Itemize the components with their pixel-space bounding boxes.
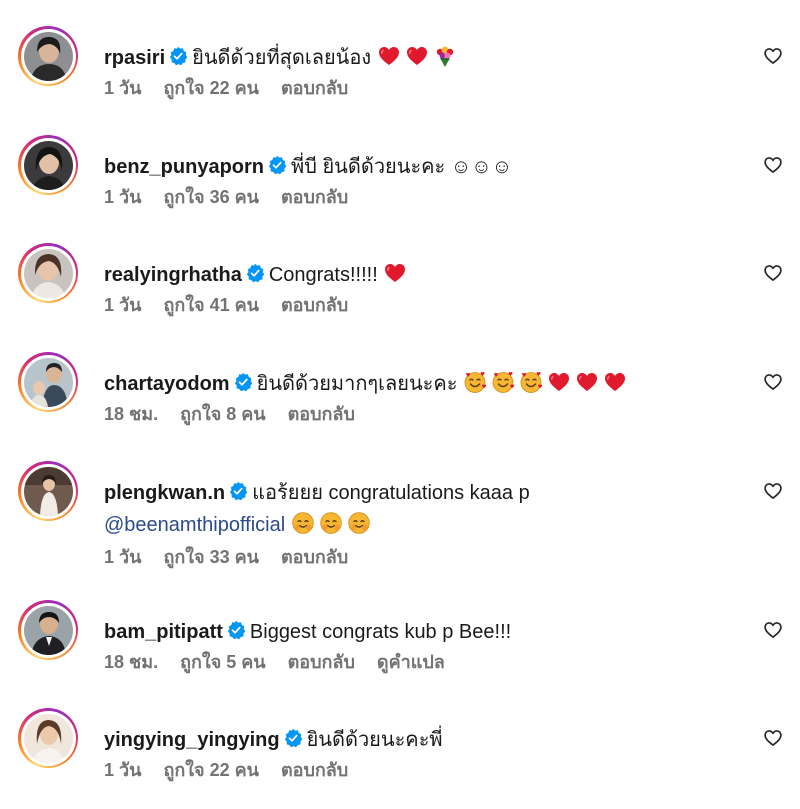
reply-button[interactable]: ตอบกลับ xyxy=(281,760,348,780)
comment-body: yingying_yingying ยินดีด้วยนะคะพี่ xyxy=(104,726,744,754)
likes-count-button[interactable]: ถูกใจ 22 คน xyxy=(163,760,259,780)
comment-time: 1 วัน xyxy=(104,760,142,780)
comment-body: bam_pitipatt Biggest congrats kub p Bee!!… xyxy=(104,618,744,646)
reply-button[interactable]: ตอบกลับ xyxy=(281,295,348,315)
comment-meta: 1 วัน ถูกใจ 22 คน ตอบกลับ xyxy=(104,758,348,782)
blushing-face-icon xyxy=(347,511,371,535)
comment-time: 18 ชม. xyxy=(104,404,159,424)
verified-badge-icon xyxy=(233,372,253,392)
comment-body: plengkwan.n แอร้ยยย congratulations kaaa … xyxy=(104,479,744,507)
blushing-face-icon xyxy=(291,511,315,535)
avatar-story-ring[interactable] xyxy=(18,600,78,660)
likes-count-button[interactable]: ถูกใจ 33 คน xyxy=(163,547,259,567)
comment-meta: 1 วัน ถูกใจ 33 คน ตอบกลับ xyxy=(104,545,348,569)
comment-meta: 18 ชม. ถูกใจ 8 คน ตอบกลับ xyxy=(104,402,355,426)
username[interactable]: bam_pitipatt xyxy=(104,621,223,643)
likes-count-button[interactable]: ถูกใจ 22 คน xyxy=(163,78,259,98)
comment-time: 1 วัน xyxy=(104,78,142,98)
like-heart-icon[interactable] xyxy=(763,372,783,392)
like-heart-icon[interactable] xyxy=(763,481,783,501)
verified-badge-icon xyxy=(245,263,265,283)
avatar-story-ring[interactable] xyxy=(18,243,78,303)
comment-time: 1 วัน xyxy=(104,547,142,567)
like-heart-icon[interactable] xyxy=(763,728,783,748)
avatar[interactable] xyxy=(23,466,73,516)
username[interactable]: yingying_yingying xyxy=(104,729,280,751)
avatar-story-ring[interactable] xyxy=(18,708,78,768)
username[interactable]: chartayodom xyxy=(104,373,230,395)
reply-button[interactable]: ตอบกลับ xyxy=(288,652,355,672)
avatar-story-ring[interactable] xyxy=(18,461,78,521)
smiling-face-with-hearts-icon xyxy=(463,370,487,394)
red-heart-icon xyxy=(603,370,627,394)
comment-body: realyingrhatha Congrats!!!!! xyxy=(104,261,744,289)
username[interactable]: plengkwan.n xyxy=(104,482,225,504)
bouquet-icon xyxy=(433,44,457,68)
avatar-story-ring[interactable] xyxy=(18,352,78,412)
username[interactable]: realyingrhatha xyxy=(104,264,242,286)
reply-button[interactable]: ตอบกลับ xyxy=(281,78,348,98)
avatar[interactable] xyxy=(23,713,73,763)
verified-badge-icon xyxy=(267,155,287,175)
likes-count-button[interactable]: ถูกใจ 41 คน xyxy=(163,295,259,315)
avatar[interactable] xyxy=(23,357,73,407)
see-translation-button[interactable]: ดูคำแปล xyxy=(377,652,445,672)
reply-button[interactable]: ตอบกลับ xyxy=(281,187,348,207)
verified-badge-icon xyxy=(226,620,246,640)
avatar[interactable] xyxy=(23,140,73,190)
like-heart-icon[interactable] xyxy=(763,46,783,66)
verified-badge-icon xyxy=(228,481,248,501)
comment-text: แอร้ยยย congratulations kaaa p xyxy=(252,482,530,504)
likes-count-button[interactable]: ถูกใจ 36 คน xyxy=(163,187,259,207)
comment-body-line-2: @beenamthipofficial xyxy=(104,511,744,539)
comment-time: 18 ชม. xyxy=(104,652,159,672)
comment-meta: 1 วัน ถูกใจ 22 คน ตอบกลับ xyxy=(104,76,348,100)
like-heart-icon[interactable] xyxy=(763,263,783,283)
comment-meta: 18 ชม. ถูกใจ 5 คน ตอบกลับ ดูคำแปล xyxy=(104,650,445,674)
red-heart-icon xyxy=(377,44,401,68)
avatar[interactable] xyxy=(23,605,73,655)
verified-badge-icon xyxy=(283,728,303,748)
smiling-face-with-hearts-icon xyxy=(519,370,543,394)
comment-text: พี่บี ยินดีด้วยนะคะ ☺☺☺ xyxy=(291,156,513,178)
blushing-face-icon xyxy=(319,511,343,535)
comment-body: benz_punyaporn พี่บี ยินดีด้วยนะคะ ☺☺☺ xyxy=(104,153,744,181)
comment-text: ยินดีด้วยนะคะพี่ xyxy=(306,729,443,751)
avatar-story-ring[interactable] xyxy=(18,135,78,195)
avatar-story-ring[interactable] xyxy=(18,26,78,86)
red-heart-icon xyxy=(383,261,407,285)
comment-text: ยินดีด้วยมากๆเลยนะคะ xyxy=(256,373,458,395)
comment-body: chartayodom ยินดีด้วยมากๆเลยนะคะ xyxy=(104,370,744,398)
red-heart-icon xyxy=(575,370,599,394)
avatar[interactable] xyxy=(23,248,73,298)
comment-time: 1 วัน xyxy=(104,187,142,207)
verified-badge-icon xyxy=(168,46,188,66)
likes-count-button[interactable]: ถูกใจ 5 คน xyxy=(180,652,266,672)
like-heart-icon[interactable] xyxy=(763,620,783,640)
username[interactable]: rpasiri xyxy=(104,47,165,69)
red-heart-icon xyxy=(405,44,429,68)
comment-time: 1 วัน xyxy=(104,295,142,315)
avatar[interactable] xyxy=(23,31,73,81)
comment-meta: 1 วัน ถูกใจ 41 คน ตอบกลับ xyxy=(104,293,348,317)
smiling-face-with-hearts-icon xyxy=(491,370,515,394)
reply-button[interactable]: ตอบกลับ xyxy=(288,404,355,424)
mention-link[interactable]: @beenamthipofficial xyxy=(104,514,285,536)
comment-text: Congrats!!!!! xyxy=(268,264,378,286)
reply-button[interactable]: ตอบกลับ xyxy=(281,547,348,567)
like-heart-icon[interactable] xyxy=(763,155,783,175)
username[interactable]: benz_punyaporn xyxy=(104,156,264,178)
likes-count-button[interactable]: ถูกใจ 8 คน xyxy=(180,404,266,424)
comment-meta: 1 วัน ถูกใจ 36 คน ตอบกลับ xyxy=(104,185,348,209)
comment-text: ยินดีด้วยที่สุดเลยน้อง xyxy=(192,47,372,69)
comment-text: Biggest congrats kub p Bee!!! xyxy=(249,621,512,643)
comment-body: rpasiri ยินดีด้วยที่สุดเลยน้อง xyxy=(104,44,744,72)
red-heart-icon xyxy=(547,370,571,394)
